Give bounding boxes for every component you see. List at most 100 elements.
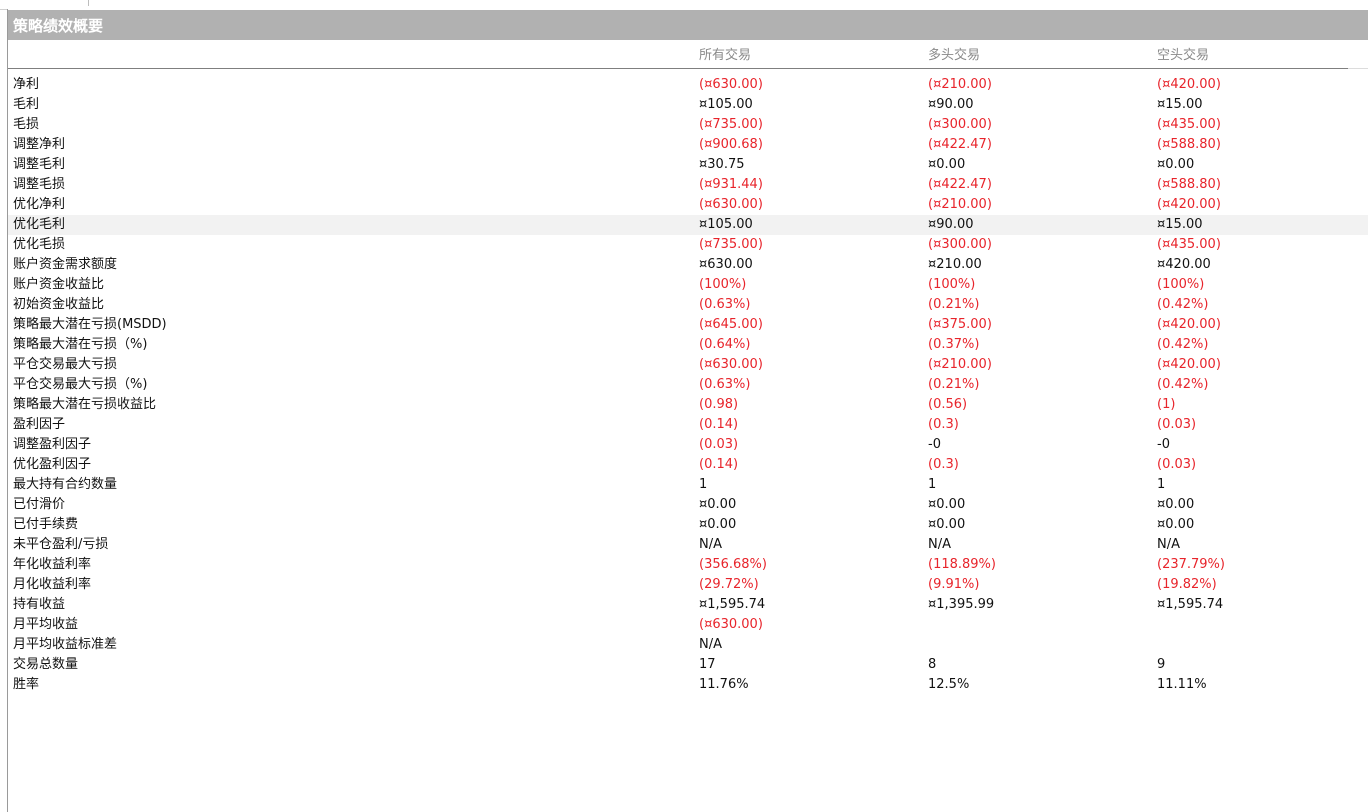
table-row[interactable]: 毛利 ¤105.00 ¤90.00 ¤15.00 xyxy=(8,95,1368,115)
table-row[interactable]: 净利 (¤630.00) (¤210.00) (¤420.00) xyxy=(8,75,1368,95)
table-row[interactable]: 胜率 11.76% 12.5% 11.11% xyxy=(8,675,1368,695)
value-short-trades: N/A xyxy=(1157,537,1180,552)
table-row[interactable]: 年化收益利率 (356.68%) (118.89%) (237.79%) xyxy=(8,555,1368,575)
table-row[interactable]: 平仓交易最大亏损（%) (0.63%) (0.21%) (0.42%) xyxy=(8,375,1368,395)
metric-label: 平仓交易最大亏损（%) xyxy=(13,377,148,392)
column-header-long-trades: 多头交易 xyxy=(928,48,981,63)
table-row[interactable]: 月化收益利率 (29.72%) (9.91%) (19.82%) xyxy=(8,575,1368,595)
metrics-table: 净利 (¤630.00) (¤210.00) (¤420.00) 毛利 ¤105.00 ¤9… xyxy=(8,75,1368,695)
metric-label: 调整净利 xyxy=(13,137,66,152)
metric-label: 未平仓盈利/亏损 xyxy=(13,537,109,552)
value-long-trades: (¤422.47) xyxy=(928,137,992,152)
table-row[interactable]: 平仓交易最大亏损 (¤630.00) (¤210.00) (¤420.00) xyxy=(8,355,1368,375)
value-short-trades: (¤420.00) xyxy=(1157,197,1221,212)
value-all-trades: (0.03) xyxy=(699,437,739,452)
value-short-trades: (0.03) xyxy=(1157,457,1197,472)
value-all-trades: 11.76% xyxy=(699,677,749,692)
performance-summary-panel: 策略绩效概要 所有交易 多头交易 空头交易 净利 (¤630.00) (¤210.0… xyxy=(7,9,1368,812)
table-row[interactable]: 持有收益 ¤1,595.74 ¤1,395.99 ¤1,595.74 xyxy=(8,595,1368,615)
table-row[interactable]: 优化毛损 (¤735.00) (¤300.00) (¤435.00) xyxy=(8,235,1368,255)
value-all-trades: (¤630.00) xyxy=(699,617,763,632)
table-row[interactable]: 策略最大潜在亏损（%) (0.64%) (0.37%) (0.42%) xyxy=(8,335,1368,355)
metric-label: 已付滑价 xyxy=(13,497,66,512)
table-row[interactable]: 账户资金需求额度 ¤630.00 ¤210.00 ¤420.00 xyxy=(8,255,1368,275)
panel-title: 策略绩效概要 xyxy=(8,10,1368,40)
table-row[interactable]: 最大持有合约数量 1 1 1 xyxy=(8,475,1368,495)
table-row[interactable]: 交易总数量 17 8 9 xyxy=(8,655,1368,675)
value-short-trades: (0.42%) xyxy=(1157,297,1209,312)
value-short-trades: ¤0.00 xyxy=(1157,517,1195,532)
metric-label: 已付手续费 xyxy=(13,517,79,532)
metric-label: 月平均收益标准差 xyxy=(13,637,118,652)
value-short-trades: (¤420.00) xyxy=(1157,317,1221,332)
header-divider-tail xyxy=(1348,68,1368,69)
value-short-trades: ¤0.00 xyxy=(1157,497,1195,512)
table-row[interactable]: 优化盈利因子 (0.14) (0.3) (0.03) xyxy=(8,455,1368,475)
metric-label: 优化毛损 xyxy=(13,237,66,252)
value-long-trades: -0 xyxy=(928,437,941,452)
table-row[interactable]: 毛损 (¤735.00) (¤300.00) (¤435.00) xyxy=(8,115,1368,135)
value-short-trades: ¤1,595.74 xyxy=(1157,597,1224,612)
value-long-trades: ¤90.00 xyxy=(928,217,974,232)
metric-label: 账户资金收益比 xyxy=(13,277,105,292)
value-long-trades: ¤90.00 xyxy=(928,97,974,112)
value-short-trades: (¤435.00) xyxy=(1157,117,1221,132)
value-long-trades: 12.5% xyxy=(928,677,970,692)
value-long-trades: 8 xyxy=(928,657,937,672)
column-header-all-trades: 所有交易 xyxy=(699,48,752,63)
table-row[interactable]: 优化毛利 ¤105.00 ¤90.00 ¤15.00 xyxy=(8,215,1368,235)
table-row[interactable]: 调整毛损 (¤931.44) (¤422.47) (¤588.80) xyxy=(8,175,1368,195)
metric-label: 优化净利 xyxy=(13,197,66,212)
value-long-trades: (¤375.00) xyxy=(928,317,992,332)
value-all-trades: 1 xyxy=(699,477,708,492)
value-short-trades: (0.03) xyxy=(1157,417,1197,432)
table-row[interactable]: 未平仓盈利/亏损 N/A N/A N/A xyxy=(8,535,1368,555)
value-long-trades: ¤1,395.99 xyxy=(928,597,995,612)
metric-label: 策略最大潜在亏损收益比 xyxy=(13,397,157,412)
value-all-trades: (¤900.68) xyxy=(699,137,763,152)
table-row[interactable]: 优化净利 (¤630.00) (¤210.00) (¤420.00) xyxy=(8,195,1368,215)
value-all-trades: N/A xyxy=(699,537,722,552)
value-all-trades: N/A xyxy=(699,637,722,652)
metric-label: 月平均收益 xyxy=(13,617,79,632)
table-row[interactable]: 调整净利 (¤900.68) (¤422.47) (¤588.80) xyxy=(8,135,1368,155)
value-short-trades: (237.79%) xyxy=(1157,557,1225,572)
value-long-trades: ¤0.00 xyxy=(928,157,966,172)
value-short-trades: ¤0.00 xyxy=(1157,157,1195,172)
value-long-trades: (¤422.47) xyxy=(928,177,992,192)
metric-label: 盈利因子 xyxy=(13,417,66,432)
metric-label: 最大持有合约数量 xyxy=(13,477,118,492)
table-row[interactable]: 盈利因子 (0.14) (0.3) (0.03) xyxy=(8,415,1368,435)
value-all-trades: ¤105.00 xyxy=(699,217,753,232)
value-long-trades: (¤210.00) xyxy=(928,77,992,92)
table-row[interactable]: 初始资金收益比 (0.63%) (0.21%) (0.42%) xyxy=(8,295,1368,315)
value-long-trades: (¤300.00) xyxy=(928,237,992,252)
table-row[interactable]: 调整毛利 ¤30.75 ¤0.00 ¤0.00 xyxy=(8,155,1368,175)
metric-label: 优化盈利因子 xyxy=(13,457,92,472)
value-all-trades: (¤645.00) xyxy=(699,317,763,332)
metric-label: 持有收益 xyxy=(13,597,66,612)
table-row[interactable]: 已付滑价 ¤0.00 ¤0.00 ¤0.00 xyxy=(8,495,1368,515)
value-short-trades: ¤15.00 xyxy=(1157,217,1203,232)
column-header-short-trades: 空头交易 xyxy=(1157,48,1210,63)
metric-label: 月化收益利率 xyxy=(13,577,92,592)
table-row[interactable]: 月平均收益标准差 N/A xyxy=(8,635,1368,655)
table-row[interactable]: 月平均收益 (¤630.00) xyxy=(8,615,1368,635)
value-long-trades: (¤300.00) xyxy=(928,117,992,132)
value-all-trades: (¤630.00) xyxy=(699,197,763,212)
table-row[interactable]: 已付手续费 ¤0.00 ¤0.00 ¤0.00 xyxy=(8,515,1368,535)
table-row[interactable]: 策略最大潜在亏损(MSDD) (¤645.00) (¤375.00) (¤420.00… xyxy=(8,315,1368,335)
table-row[interactable]: 调整盈利因子 (0.03) -0 -0 xyxy=(8,435,1368,455)
value-short-trades: (0.42%) xyxy=(1157,377,1209,392)
value-all-trades: ¤30.75 xyxy=(699,157,745,172)
value-all-trades: ¤105.00 xyxy=(699,97,753,112)
value-long-trades: (118.89%) xyxy=(928,557,996,572)
metric-label: 初始资金收益比 xyxy=(13,297,105,312)
table-row[interactable]: 账户资金收益比 (100%) (100%) (100%) xyxy=(8,275,1368,295)
value-long-trades: N/A xyxy=(928,537,951,552)
metric-label: 净利 xyxy=(13,77,40,92)
table-row[interactable]: 策略最大潜在亏损收益比 (0.98) (0.56) (1) xyxy=(8,395,1368,415)
value-short-trades: (¤588.80) xyxy=(1157,177,1221,192)
value-all-trades: (¤735.00) xyxy=(699,237,763,252)
metric-label: 年化收益利率 xyxy=(13,557,92,572)
